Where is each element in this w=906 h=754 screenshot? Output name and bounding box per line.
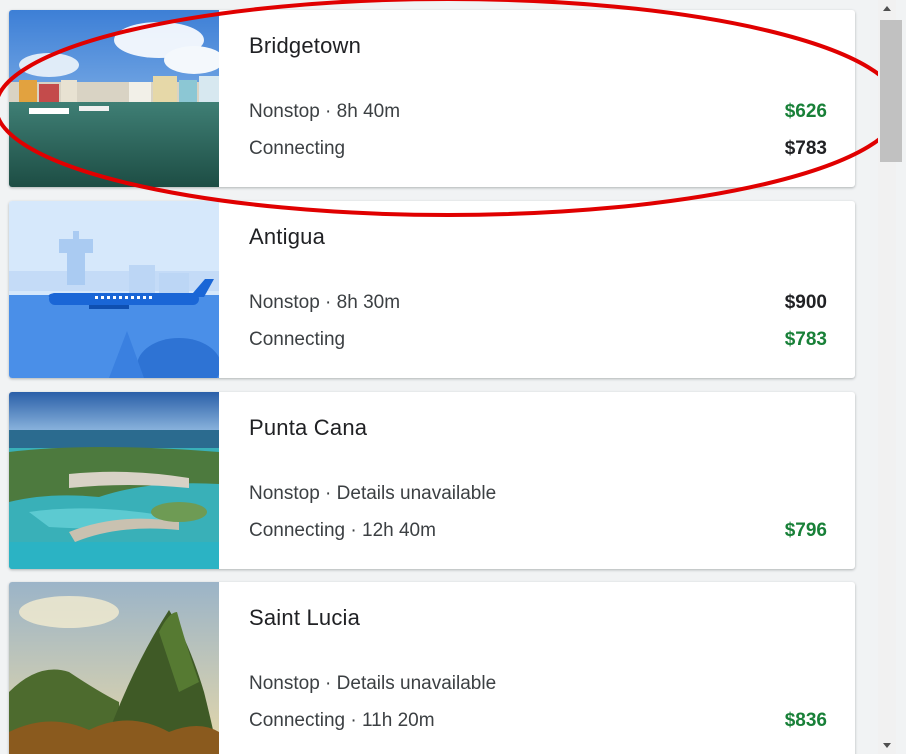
destination-name: Saint Lucia — [249, 605, 361, 630]
destination-card-bridgetown[interactable]: Bridgetown Nonstop · 8h 40m $626 Connect… — [9, 10, 855, 187]
flight-details: Connecting · 12h 40m — [249, 520, 436, 541]
destination-card-punta-cana[interactable]: Punta Cana Nonstop · Details unavailable… — [9, 392, 855, 569]
price: $783 — [784, 138, 827, 159]
airplane-illustration — [9, 201, 219, 378]
nonstop-row: Nonstop · Details unavailable — [249, 483, 827, 509]
scrollbar-thumb[interactable] — [880, 20, 902, 162]
connecting-row: Connecting · 12h 40m $796 — [249, 520, 827, 546]
nonstop-row: Nonstop · Details unavailable — [249, 673, 827, 699]
flight-details: Connecting — [249, 138, 346, 159]
connecting-row: Connecting · 11h 20m $836 — [249, 710, 827, 736]
nonstop-row: Nonstop · 8h 30m $900 — [249, 292, 827, 318]
destination-name: Bridgetown — [249, 33, 362, 58]
destination-card-saint-lucia[interactable]: Saint Lucia Nonstop · Details unavailabl… — [9, 582, 855, 754]
saint-lucia-pitons-photo — [9, 582, 219, 754]
connecting-row: Connecting $783 — [249, 138, 827, 164]
flight-details: Connecting · 11h 20m — [249, 710, 435, 731]
scroll-down-arrow-icon[interactable] — [878, 737, 896, 754]
flight-details: Nonstop · 8h 30m — [249, 292, 401, 313]
flight-details: Nonstop · Details unavailable — [249, 483, 497, 504]
destination-list: Bridgetown Nonstop · 8h 40m $626 Connect… — [0, 0, 870, 754]
price: $626 — [784, 101, 827, 122]
price: $836 — [784, 710, 827, 731]
scroll-up-arrow-icon[interactable] — [878, 0, 896, 17]
bridgetown-harbor-photo — [9, 10, 219, 187]
flight-details: Connecting — [249, 329, 346, 350]
punta-cana-marina-photo — [9, 392, 219, 569]
price: $796 — [784, 520, 827, 541]
nonstop-row: Nonstop · 8h 40m $626 — [249, 101, 827, 127]
price: $783 — [784, 329, 827, 350]
price: $900 — [784, 292, 827, 313]
flight-details: Nonstop · Details unavailable — [249, 673, 497, 694]
destination-name: Antigua — [249, 224, 326, 249]
scrollbar[interactable] — [878, 0, 902, 754]
flight-details: Nonstop · 8h 40m — [249, 101, 401, 122]
destination-card-antigua[interactable]: Antigua Nonstop · 8h 30m $900 Connecting… — [9, 201, 855, 378]
destination-name: Punta Cana — [249, 415, 368, 440]
connecting-row: Connecting $783 — [249, 329, 827, 355]
